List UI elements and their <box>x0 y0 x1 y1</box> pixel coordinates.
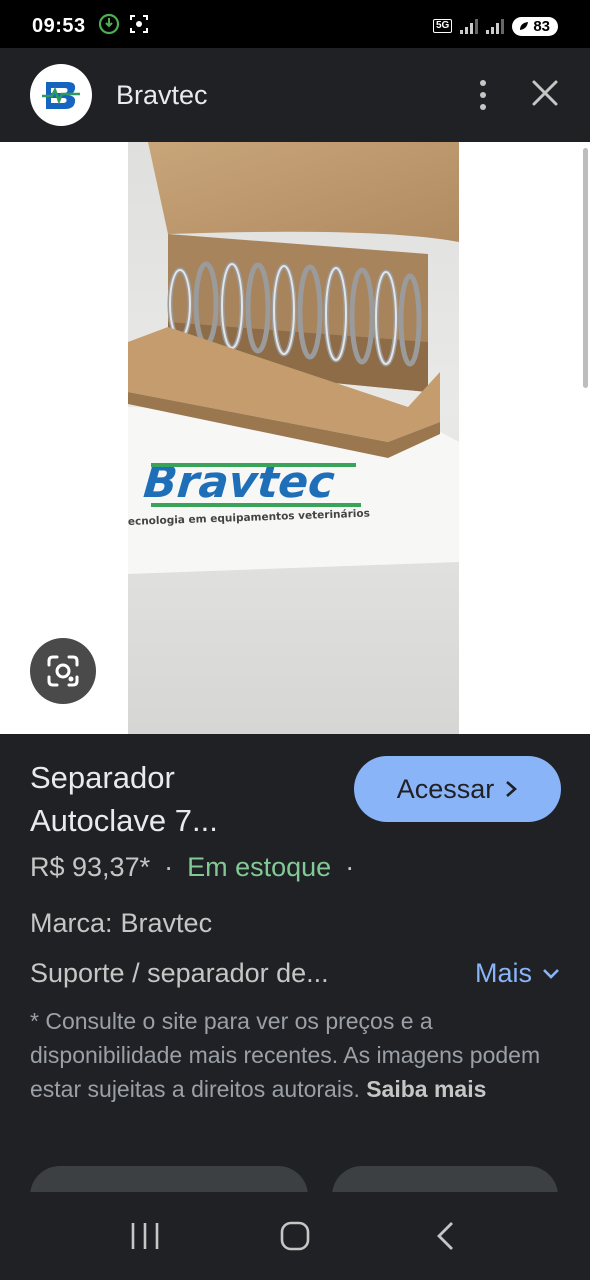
google-lens-button[interactable] <box>30 638 96 704</box>
brand-label: Marca: <box>30 908 113 938</box>
recent-apps-icon <box>131 1223 159 1249</box>
separator-dot: · <box>345 852 355 882</box>
status-left-icons <box>98 13 150 40</box>
chevron-right-icon <box>506 781 518 797</box>
recent-apps-button[interactable] <box>115 1206 175 1266</box>
back-icon <box>437 1222 453 1250</box>
learn-more-link[interactable]: Saiba mais <box>366 1076 486 1102</box>
bravtec-logo-icon <box>35 69 87 121</box>
access-button-label: Acessar <box>396 773 495 804</box>
status-bar: 09:53 5G 83 <box>0 0 590 52</box>
more-button[interactable]: Mais <box>475 958 560 989</box>
battery-icon: 83 <box>512 16 558 36</box>
home-button[interactable] <box>265 1206 325 1266</box>
product-title: Separador Autoclave 7... <box>30 756 330 842</box>
separator-dot: · <box>164 852 174 882</box>
disclaimer: * Consulte o site para ver os preços e a… <box>30 1004 560 1106</box>
screenshot-icon <box>128 13 150 40</box>
5g-icon: 5G <box>432 19 453 33</box>
photo-brand-logo: Bravtec <box>142 457 361 508</box>
back-button[interactable] <box>415 1206 475 1266</box>
google-lens-icon <box>47 655 79 687</box>
image-viewer: Bravtec ecnologia em equipamentos veteri… <box>0 142 590 734</box>
chevron-down-icon <box>543 968 559 979</box>
header-actions <box>480 78 560 113</box>
home-icon <box>280 1221 310 1251</box>
more-label: Mais <box>474 958 532 988</box>
access-button[interactable]: Acessar <box>354 756 561 822</box>
save-button[interactable] <box>332 1166 558 1192</box>
status-time: 09:53 <box>32 14 86 37</box>
share-button[interactable] <box>30 1166 308 1192</box>
site-logo <box>30 64 92 126</box>
signal-icon <box>486 18 505 34</box>
close-icon[interactable] <box>530 78 560 113</box>
site-title: Bravtec <box>116 79 208 110</box>
brand-value: Bravtec <box>120 908 213 938</box>
system-nav-bar <box>0 1192 590 1280</box>
battery-level: 83 <box>533 17 550 35</box>
scrollbar[interactable] <box>583 148 588 388</box>
product-image[interactable]: Bravtec ecnologia em equipamentos veteri… <box>128 142 459 734</box>
product-info-panel: Separador Autoclave 7... Acessar R$ 93,3… <box>0 734 590 1192</box>
stock-status: Em estoque <box>187 852 332 882</box>
status-right-icons: 5G 83 <box>432 16 558 36</box>
brand-row: Marca: Bravtec <box>30 908 212 939</box>
product-title-line-2: Autoclave 7... <box>30 803 218 838</box>
description-row: Suporte / separador de... Mais <box>30 958 560 989</box>
kebab-menu-icon[interactable] <box>480 80 486 110</box>
app-notification-icon <box>98 13 120 40</box>
product-title-line-1: Separador <box>30 760 175 795</box>
app-header: Bravtec <box>0 48 590 142</box>
product-description: Suporte / separador de... <box>30 958 329 988</box>
price: R$ 93,37* <box>30 852 151 882</box>
signal-icon <box>460 18 479 34</box>
price-row: R$ 93,37* · Em estoque · <box>30 852 354 883</box>
